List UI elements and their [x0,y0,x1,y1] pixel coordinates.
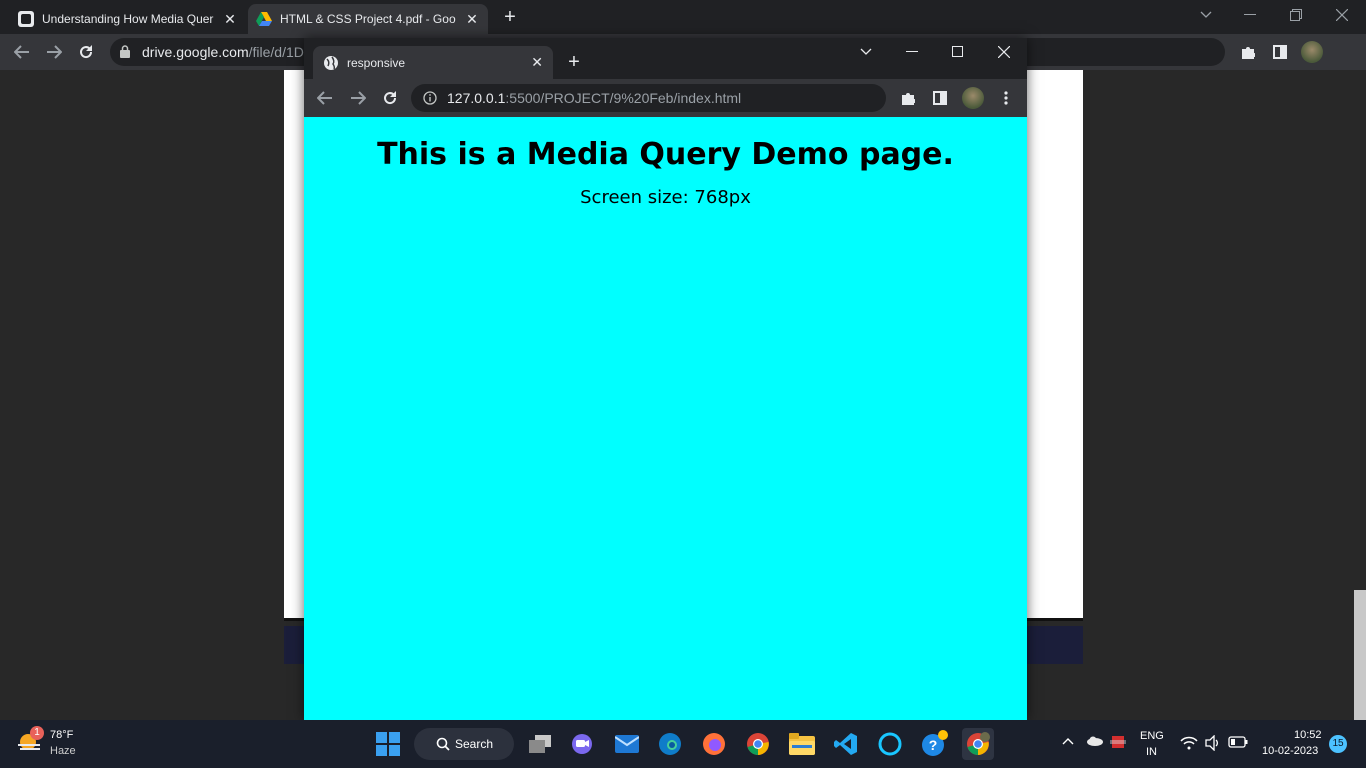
side-panel-icon[interactable] [928,86,952,110]
language-bottom: IN [1146,746,1157,758]
page-favicon-icon [18,11,34,27]
close-window-icon[interactable] [992,40,1016,64]
search-label: Search [455,737,494,751]
teams-chat-icon[interactable] [566,728,598,760]
lock-icon [120,45,130,58]
front-tab-responsive[interactable]: responsive ✕ [313,46,553,79]
svg-text:?: ? [929,737,938,753]
wifi-icon[interactable] [1180,736,1198,750]
back-tab-strip: Understanding How Media Quer ✕ HTML & CS… [0,0,1366,34]
taskbar: 1 78°F Haze Search ? ENG IN 10:52 10-02-… [0,720,1366,768]
taskbar-search[interactable]: Search [414,728,514,760]
temperature-text: 78°F [50,729,74,741]
weather-badge: 1 [30,726,44,740]
minimize-icon[interactable] [1238,3,1262,27]
globe-icon [323,55,339,71]
extensions-icon[interactable] [1236,40,1260,64]
battery-icon[interactable] [1228,736,1248,748]
url-host: drive.google.com [142,44,249,60]
close-window-icon[interactable] [1330,3,1354,27]
vscode-icon[interactable] [830,728,862,760]
weather-desc: Haze [50,745,76,757]
front-tab-title: responsive [347,55,406,70]
chevron-up-icon[interactable] [1062,737,1074,745]
weather-widget[interactable]: 1 [16,726,44,756]
back-arrow-icon[interactable] [313,86,337,110]
close-icon[interactable]: ✕ [464,11,480,27]
alexa-icon[interactable] [874,728,906,760]
url-path: /file/d/1D [248,44,304,60]
page-viewport: This is a Media Query Demo page. Screen … [304,117,1027,720]
back-arrow-icon[interactable] [10,40,34,64]
maximize-icon[interactable] [946,40,970,64]
front-address-bar[interactable]: 127.0.0.1:5500/PROJECT/9%20Feb/index.htm… [411,84,886,112]
reload-icon[interactable] [74,40,98,64]
chrome-icon[interactable] [742,728,774,760]
screen-size-text: Screen size: 768px [580,187,751,208]
profile-avatar[interactable] [1300,40,1324,64]
search-icon [436,737,450,751]
front-browser-window: responsive ✕ + 127.0.0.1:5500/PROJECT/9%… [304,38,1027,720]
google-drive-icon [256,12,272,26]
help-app-icon[interactable]: ? [918,728,950,760]
chrome-profile-active-icon[interactable] [962,728,994,760]
side-panel-icon[interactable] [1268,40,1292,64]
tab-search-icon[interactable] [854,40,878,64]
scrollbar-thumb[interactable] [1354,590,1366,720]
windows-start-icon[interactable] [372,728,404,760]
tab-search-icon[interactable] [1194,3,1218,27]
reload-icon[interactable] [378,86,402,110]
extensions-icon[interactable] [896,86,920,110]
forward-arrow-icon[interactable] [346,86,370,110]
back-tab-understanding[interactable]: Understanding How Media Quer ✕ [10,4,246,34]
clock-time[interactable]: 10:52 [1294,729,1322,741]
minimize-icon[interactable] [900,40,924,64]
back-tab-title: HTML & CSS Project 4.pdf - Goo [280,12,456,26]
language-top[interactable]: ENG [1140,730,1164,742]
volume-icon[interactable] [1205,735,1221,751]
new-tab-button[interactable]: + [562,50,586,74]
new-tab-button[interactable]: + [498,6,522,30]
close-icon[interactable]: ✕ [531,54,543,71]
restore-icon[interactable] [1284,3,1308,27]
task-view-icon[interactable] [524,728,556,760]
menu-kebab-icon[interactable] [994,86,1018,110]
file-explorer-icon[interactable] [786,728,818,760]
back-tab-drive-pdf[interactable]: HTML & CSS Project 4.pdf - Goo ✕ [248,4,488,34]
back-tab-title: Understanding How Media Quer [42,12,214,26]
onedrive-cloud-icon[interactable] [1086,736,1104,746]
url-host: 127.0.0.1 [447,90,506,106]
firefox-icon[interactable] [698,728,730,760]
url-path: :5500/PROJECT/9%20Feb/index.html [505,90,742,106]
page-heading: This is a Media Query Demo page. [377,137,954,172]
edge-browser-icon[interactable] [654,728,686,760]
clock-date[interactable]: 10-02-2023 [1262,745,1318,757]
profile-avatar[interactable] [961,86,985,110]
back-url-text: drive.google.com/file/d/1D [142,44,304,60]
mail-icon[interactable] [611,728,643,760]
notification-badge[interactable]: 15 [1329,735,1347,753]
info-icon [423,91,437,105]
forward-arrow-icon[interactable] [42,40,66,64]
security-app-icon[interactable] [1110,734,1126,750]
close-icon[interactable]: ✕ [222,11,238,27]
front-url-text: 127.0.0.1:5500/PROJECT/9%20Feb/index.htm… [447,90,741,106]
